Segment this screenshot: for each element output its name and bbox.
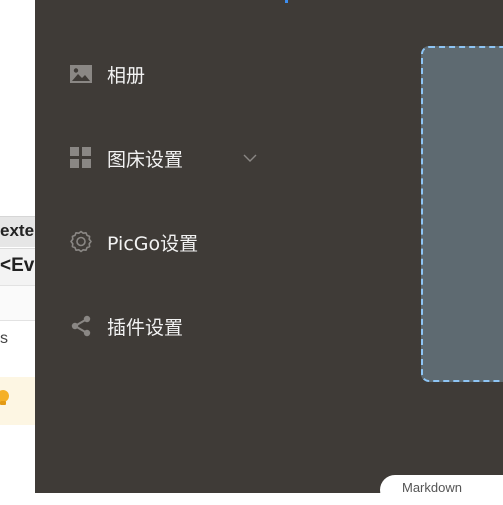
sidebar-item-label: 图床设置 — [107, 148, 184, 171]
sidebar-item-picbed-settings[interactable]: 图床设置 — [35, 136, 295, 180]
sidebar-item-label: 相册 — [107, 64, 146, 87]
background-table-header: exte — [0, 216, 40, 247]
picgo-window: 相册 图床设置 PicGo设置 插件设置 Markdown — [35, 0, 503, 505]
sidebar: 相册 图床设置 PicGo设置 插件设置 — [35, 0, 295, 493]
sidebar-item-label: PicGo设置 — [107, 232, 199, 255]
grid-icon — [69, 146, 93, 170]
background-hint-box — [0, 377, 40, 425]
image-icon — [69, 62, 93, 86]
background-table-row: s — [0, 320, 40, 357]
lightbulb-icon — [0, 390, 9, 405]
background-table-row — [0, 285, 40, 320]
upload-drop-zone[interactable] — [421, 46, 503, 382]
sidebar-item-label: 插件设置 — [107, 316, 184, 339]
link-format-selector[interactable]: Markdown — [380, 475, 503, 505]
chevron-down-icon[interactable] — [242, 150, 258, 166]
share-icon — [69, 314, 93, 338]
gear-icon — [69, 230, 93, 254]
sidebar-item-album[interactable]: 相册 — [35, 52, 295, 96]
sidebar-item-plugin-settings[interactable]: 插件设置 — [35, 304, 295, 348]
background-table-row: <Ev — [0, 248, 40, 285]
background-page: exte <Ev s — [0, 0, 40, 493]
sidebar-item-picgo-settings[interactable]: PicGo设置 — [35, 220, 295, 264]
